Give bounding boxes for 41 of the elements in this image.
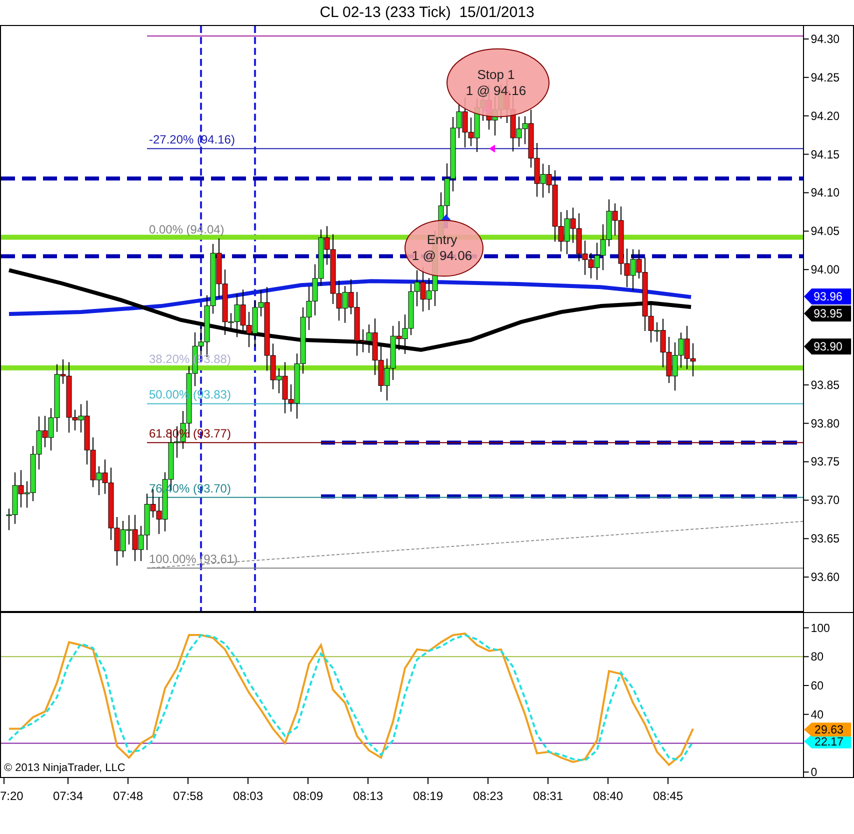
value-marker: 29.63 [804,722,852,737]
oscillator-tick-label: 60 [810,679,824,692]
oscillator-tick-label: 0 [810,766,818,778]
price-tick-label: 93.65 [810,532,840,546]
time-tick-label: 07:48 [112,789,144,803]
stop-callout: Stop 1 1 @ 94.16 [446,48,550,118]
time-tick-label: 07:58 [172,789,204,803]
price-tick-label: 93.70 [810,494,840,508]
price-tick-label: 93.60 [810,570,840,584]
copyright-text: © 2013 NinjaTrader, LLC [4,762,126,774]
time-tick-label: 08:40 [592,789,624,803]
price-tick-label: 94.25 [810,71,840,84]
time-tick-label: 08:03 [232,789,264,803]
price-tick-label: 94.10 [810,186,840,200]
time-tick-label: 07:34 [52,789,84,803]
time-tick-label: 08:23 [472,789,504,803]
price-marker: 93.95 [804,306,852,322]
price-tick-label: 93.85 [810,378,840,392]
entry-callout: Entry 1 @ 94.06 [404,220,484,277]
time-tick-label: 08:31 [532,789,564,803]
time-tick-label: 08:19 [412,789,444,803]
time-tick-label: 7:20 [0,789,24,803]
oscillator-tick-label: 40 [810,708,824,722]
price-tick-label: 94.00 [810,263,840,277]
price-tick-label: 94.20 [810,110,840,123]
oscillator-tick-label: 80 [810,650,824,664]
chart-title: CL 02-13 (233 Tick) 15/01/2013 [318,3,536,23]
left-arrow-icon [489,144,495,153]
time-tick-label: 08:09 [292,789,324,803]
fibonacci-label: 100.00% (93.61) [149,552,238,566]
price-marker: 93.96 [804,288,852,305]
fibonacci-label: 0.00% (94.04) [149,222,224,236]
price-tick-label: 94.05 [810,224,840,238]
price-tick-label: 93.75 [810,456,840,469]
price-tick-label: 94.30 [810,32,840,46]
price-tick-label: 94.15 [810,148,840,162]
time-tick-label: 08:45 [652,789,684,803]
oscillator-tick-label: 100 [810,622,830,635]
price-tick-label: 93.80 [810,417,840,430]
price-marker: 93.90 [804,338,852,354]
time-tick-label: 08:13 [352,789,384,803]
